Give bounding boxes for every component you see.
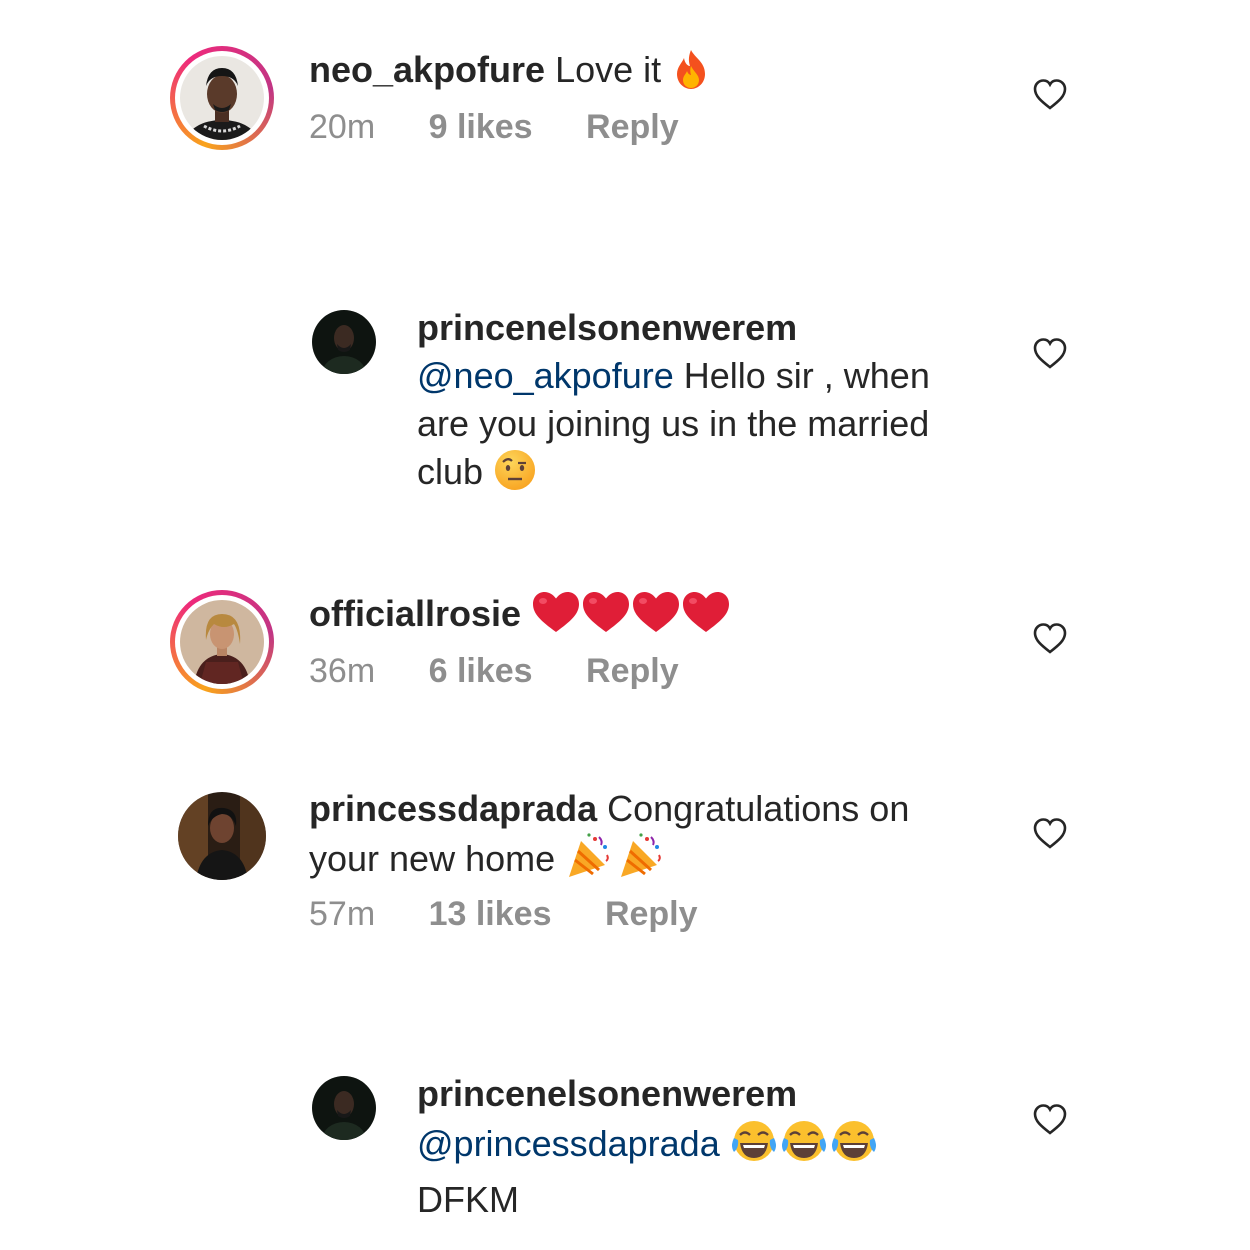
comment-text: princenelsonenwerem @neo_akpofure Hello … (417, 304, 977, 504)
red-heart-icon (531, 590, 731, 646)
comment-text: officiallrosie (309, 590, 731, 646)
mention-link[interactable]: @neo_akpofure (417, 355, 674, 396)
comment-likes[interactable]: 9 likes (429, 108, 533, 146)
heart-icon[interactable] (1033, 622, 1067, 656)
comment-body-line: DFKM (417, 1179, 519, 1220)
mention-link[interactable]: @princessdaprada (417, 1123, 720, 1164)
comment-meta: 57m 13 likes Reply (309, 895, 698, 934)
avatar (180, 600, 264, 684)
fire-icon (671, 48, 711, 102)
comment-body: Hello sir , when (683, 355, 930, 396)
tears-of-joy-icon (730, 1118, 880, 1176)
comment-meta: 20m 9 likes Reply (309, 108, 679, 147)
comment-username[interactable]: neo_akpofure (309, 49, 545, 90)
raised-eyebrow-face-icon (493, 448, 537, 504)
comment-username[interactable]: officiallrosie (309, 593, 521, 634)
heart-icon[interactable] (1033, 78, 1067, 112)
comment-body-line: your new home (309, 838, 556, 879)
heart-icon[interactable] (1033, 1103, 1067, 1137)
heart-icon[interactable] (1033, 337, 1067, 371)
comment-likes[interactable]: 13 likes (429, 895, 552, 933)
comment-meta: 36m 6 likes Reply (309, 652, 679, 691)
reply-button[interactable]: Reply (586, 652, 679, 690)
comment-time: 36m (309, 652, 376, 690)
avatar-story-ring[interactable] (170, 590, 274, 694)
avatar-story-ring[interactable] (170, 46, 274, 150)
comment-username[interactable]: princenelsonenwerem (417, 304, 977, 352)
avatar[interactable] (312, 1076, 376, 1140)
avatar (180, 56, 264, 140)
avatar[interactable] (312, 310, 376, 374)
comment-time: 20m (309, 108, 376, 146)
heart-icon[interactable] (1033, 817, 1067, 851)
comment-time: 57m (309, 895, 376, 933)
comment-body-line: are you joining us in the married (417, 403, 930, 444)
comment-body: Congratulations on (607, 788, 910, 829)
comment-username[interactable]: princessdaprada (309, 788, 597, 829)
comment-text: princenelsonenwerem @princessdaprada DFK… (417, 1070, 977, 1224)
comment-username[interactable]: princenelsonenwerem (417, 1070, 977, 1118)
comment-body-line: club (417, 451, 484, 492)
avatar[interactable] (178, 792, 266, 880)
comment-text: neo_akpofure Love it (309, 46, 711, 102)
reply-button[interactable]: Reply (586, 108, 679, 146)
party-popper-icon (565, 833, 665, 891)
comment-text: princessdaprada Congratulations on your … (309, 785, 949, 891)
comment-body: Love it (555, 49, 662, 90)
reply-button[interactable]: Reply (605, 895, 698, 933)
comment-likes[interactable]: 6 likes (429, 652, 533, 690)
